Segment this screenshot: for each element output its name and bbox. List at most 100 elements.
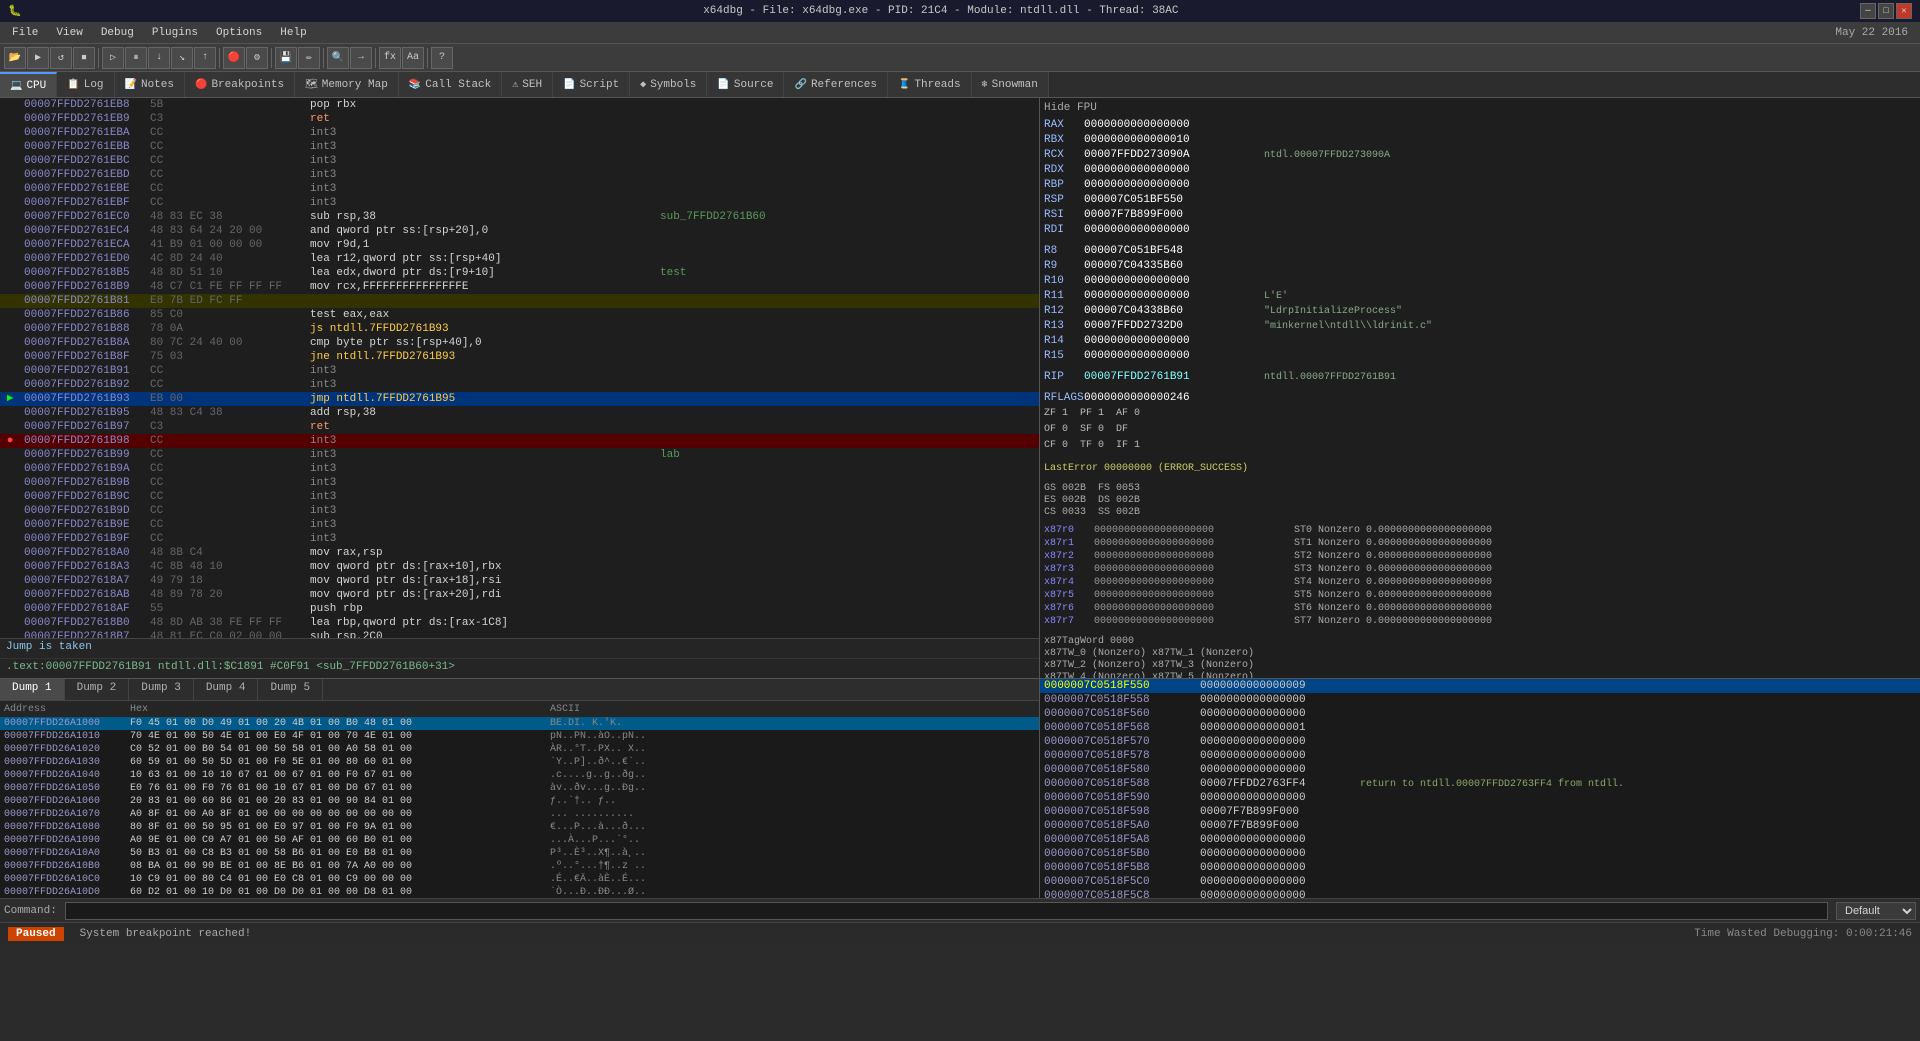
menu-view[interactable]: View [48,25,90,41]
dump-row[interactable]: 00007FFDD26A10C010 C9 01 00 80 C4 01 00 … [0,873,1039,886]
disasm-row[interactable]: 00007FFDD2761EB85Bpop rbx [0,98,1039,112]
dump-row[interactable]: 00007FFDD26A101070 4E 01 00 50 4E 01 00 … [0,730,1039,743]
disasm-row[interactable]: 00007FFDD2761EBDCCint3 [0,168,1039,182]
tab-symbols[interactable]: ◆ Symbols [630,72,707,97]
disasm-row[interactable]: 00007FFDD2761EBBCCint3 [0,140,1039,154]
stack-row[interactable]: 0000007C0518F5A80000000000000000 [1040,833,1920,847]
dump-row[interactable]: 00007FFDD26A1020C0 52 01 00 B0 54 01 00 … [0,743,1039,756]
reg-value[interactable]: 0000000000000000 [1084,275,1264,287]
tab-references[interactable]: 🔗 References [784,72,887,97]
stack-row[interactable]: 0000007C0518F5900000000000000000 [1040,791,1920,805]
tab-log[interactable]: 📋 Log [57,72,114,97]
disasm-row[interactable]: 00007FFDD27618AF55push rbp [0,602,1039,616]
tab-notes[interactable]: 📝 Notes [115,72,185,97]
disasm-row[interactable]: 00007FFDD27618B748 81 EC C0 02 00 00sub … [0,630,1039,638]
disasm-row[interactable]: 00007FFDD2761EBECCint3 [0,182,1039,196]
dump-tab-1[interactable]: Dump 1 [0,679,65,700]
stack-row[interactable]: 0000007C0518F59800007F7B899F000 [1040,805,1920,819]
hide-fpu-button[interactable]: Hide FPU [1044,102,1916,114]
stack-row[interactable]: 0000007C0518F5580000000000000000 [1040,693,1920,707]
reg-value[interactable]: 000007C04335B60 [1084,260,1264,272]
toolbar-help[interactable]: ? [431,47,453,69]
toolbar-fx[interactable]: fx [379,47,401,69]
dump-row[interactable]: 00007FFDD26A1070A0 8F 01 00 A0 8F 01 00 … [0,808,1039,821]
reg-value[interactable]: 0000000000000000 [1084,224,1264,236]
stack-row[interactable]: 0000007C0518F5800000000000000000 [1040,763,1920,777]
disasm-row[interactable]: 00007FFDD2761EB9C3ret [0,112,1039,126]
reg-value[interactable]: 000007C051BF550 [1084,194,1264,206]
disasm-row[interactable]: 00007FFDD2761B8685 C0test eax,eax [0,308,1039,322]
reg-value[interactable]: 0000000000000010 [1084,134,1264,146]
reg-value[interactable]: 0000000000000000 [1084,164,1264,176]
dump-row[interactable]: 00007FFDD26A1000F0 45 01 00 D0 49 01 00 … [0,717,1039,730]
toolbar-abc[interactable]: Aa [402,47,424,69]
stack-row[interactable]: 0000007C0518F5600000000000000000 [1040,707,1920,721]
toolbar-search[interactable]: 🔍 [327,47,349,69]
reg-value[interactable]: 0000000000000000 [1084,290,1264,302]
stack-row[interactable]: 0000007C0518F58800007FFDD2763FF4return t… [1040,777,1920,791]
disasm-row[interactable]: 00007FFDD2761B8A80 7C 24 40 00cmp byte p… [0,336,1039,350]
dump-row[interactable]: 00007FFDD26A103060 59 01 00 50 5D 01 00 … [0,756,1039,769]
tab-seh[interactable]: ⚠ SEH [502,72,553,97]
toolbar-bp[interactable]: 🔴 [223,47,245,69]
menu-options[interactable]: Options [208,25,270,41]
dump-row[interactable]: 00007FFDD26A10D060 D2 01 00 10 D0 01 00 … [0,886,1039,898]
disasm-row[interactable]: 00007FFDD2761B81E8 7B ED FC FF [0,294,1039,308]
disasm-row[interactable]: 00007FFDD27618A749 79 18mov qword ptr ds… [0,574,1039,588]
dump-tab-3[interactable]: Dump 3 [129,679,194,700]
stack-row[interactable]: 0000007C0518F5C80000000000000000 [1040,889,1920,898]
command-input[interactable] [65,902,1828,920]
menu-plugins[interactable]: Plugins [144,25,206,41]
disasm-row[interactable]: 00007FFDD2761B8878 0Ajs ntdll.7FFDD2761B… [0,322,1039,336]
stack-row[interactable]: 0000007C0518F5780000000000000000 [1040,749,1920,763]
disasm-row[interactable]: 00007FFDD2761ECA41 B9 01 00 00 00mov r9d… [0,238,1039,252]
disasm-row[interactable]: 00007FFDD27618B548 8D 51 10lea edx,dword… [0,266,1039,280]
tab-snowman[interactable]: ❄ Snowman [972,72,1049,97]
stack-row[interactable]: 0000007C0518F5C00000000000000000 [1040,875,1920,889]
rflags-value[interactable]: 0000000000000246 [1084,392,1264,404]
dump-row[interactable]: 00007FFDD26A1090A0 9E 01 00 C0 A7 01 00 … [0,834,1039,847]
toolbar-patch[interactable]: ✏ [298,47,320,69]
stack-row[interactable]: 0000007C0518F5A000007F7B899F000 [1040,819,1920,833]
stack-row[interactable]: 0000007C0518F5700000000000000000 [1040,735,1920,749]
toolbar-run[interactable]: ▷ [102,47,124,69]
disasm-row[interactable]: ►00007FFDD2761B93EB 00jmp ntdll.7FFDD276… [0,392,1039,406]
toolbar-step-over[interactable]: ↘ [171,47,193,69]
disasm-row[interactable]: 00007FFDD2761EC448 83 64 24 20 00and qwo… [0,224,1039,238]
rip-value[interactable]: 00007FFDD2761B91 [1084,371,1264,383]
stack-row[interactable]: 0000007C0518F5680000000000000001 [1040,721,1920,735]
disasm-row[interactable]: 00007FFDD2761B99CCint3lab [0,448,1039,462]
dump-tab-2[interactable]: Dump 2 [65,679,130,700]
dump-tab-4[interactable]: Dump 4 [194,679,259,700]
reg-value[interactable]: 000007C051BF548 [1084,245,1264,257]
dump-row[interactable]: 00007FFDD26A106020 83 01 00 60 86 01 00 … [0,795,1039,808]
reg-value[interactable]: 000007C04338B60 [1084,305,1264,317]
maximize-button[interactable]: □ [1878,3,1894,19]
disasm-row[interactable]: 00007FFDD2761B92CCint3 [0,378,1039,392]
dump-row[interactable]: 00007FFDD26A10B008 BA 01 00 90 BE 01 00 … [0,860,1039,873]
disasm-row[interactable]: 00007FFDD2761EC048 83 EC 38sub rsp,38sub… [0,210,1039,224]
tab-threads[interactable]: 🧵 Threads [888,72,972,97]
reg-value[interactable]: 00007FFDD2732D0 [1084,320,1264,332]
stack-row[interactable]: 0000007C0518F5B80000000000000000 [1040,861,1920,875]
reg-value[interactable]: 00007FFDD273090A [1084,149,1264,161]
close-button[interactable]: ✕ [1896,3,1912,19]
tab-memory-map[interactable]: 🗺 Memory Map [295,72,399,97]
disasm-row[interactable]: 00007FFDD2761B9DCCint3 [0,504,1039,518]
menu-file[interactable]: File [4,25,46,41]
reg-value[interactable]: 0000000000000000 [1084,119,1264,131]
toolbar-close[interactable]: ⏹ [73,47,95,69]
minimize-button[interactable]: ─ [1860,3,1876,19]
toolbar-new[interactable]: 📂 [4,47,26,69]
toolbar-step-into[interactable]: ↓ [148,47,170,69]
command-dropdown[interactable]: Default [1836,902,1916,920]
tab-cpu[interactable]: 💻 CPU [0,72,57,97]
toolbar-pause[interactable]: ⏸ [125,47,147,69]
disasm-row[interactable]: 00007FFDD2761B8F75 03jne ntdll.7FFDD2761… [0,350,1039,364]
dump-row[interactable]: 00007FFDD26A10A050 B3 01 00 C8 B3 01 00 … [0,847,1039,860]
toolbar-hw-bp[interactable]: ⚙ [246,47,268,69]
dump-row[interactable]: 00007FFDD26A104010 63 01 00 10 10 67 01 … [0,769,1039,782]
dump-tab-5[interactable]: Dump 5 [258,679,323,700]
disasm-row[interactable]: 00007FFDD27618A34C 8B 48 10mov qword ptr… [0,560,1039,574]
reg-value[interactable]: 00007F7B899F000 [1084,209,1264,221]
